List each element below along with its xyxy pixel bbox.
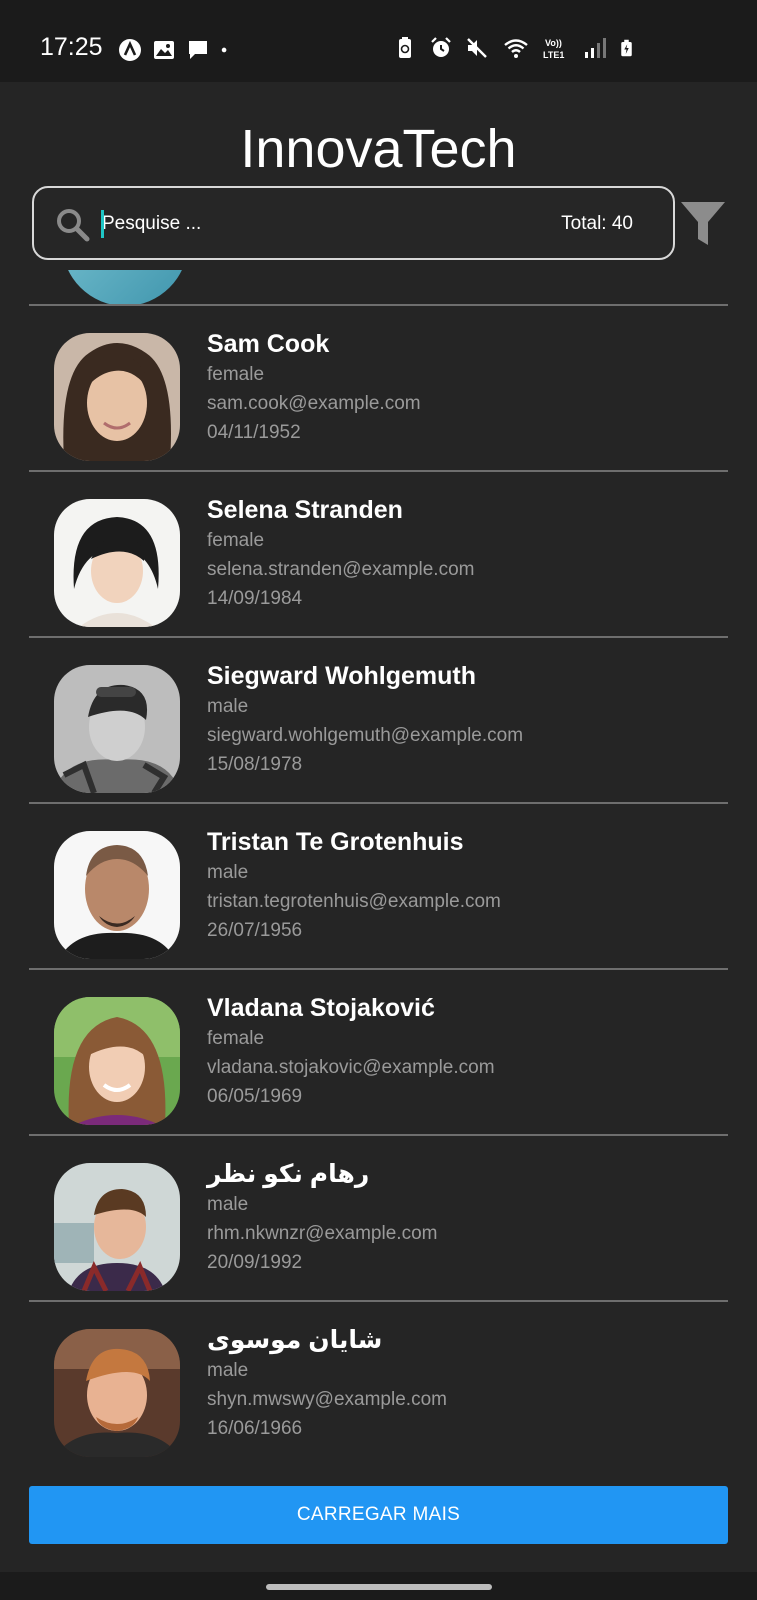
app-title: InnovaTech (240, 119, 517, 179)
user-name: شایان موسوی (207, 1326, 383, 1354)
svg-text:LTE1: LTE1 (543, 50, 564, 60)
list-item[interactable]: Tristan Te Grotenhuis male tristan.tegro… (29, 802, 728, 968)
user-name: رهام نکو نظر (207, 1160, 370, 1188)
gesture-handle[interactable] (266, 1584, 492, 1590)
user-info: Sam Cook female sam.cook@example.com 04/… (207, 328, 421, 447)
avatar (54, 997, 180, 1125)
user-email: sam.cook@example.com (207, 393, 421, 414)
search-input[interactable] (102, 206, 502, 242)
wifi-icon (504, 39, 528, 58)
user-dob: 06/05/1969 (207, 1086, 303, 1107)
user-email: selena.stranden@example.com (207, 559, 475, 580)
user-email: shyn.mwswy@example.com (207, 1389, 447, 1410)
list-item[interactable]: Selena Stranden female selena.stranden@e… (29, 470, 728, 636)
list-item[interactable]: شایان موسوی male shyn.mwswy@example.com … (29, 1300, 728, 1466)
user-dob: 04/11/1952 (207, 422, 301, 443)
a-badge-icon (119, 39, 141, 61)
avatar (54, 665, 180, 793)
status-left-icons (118, 38, 234, 62)
user-info: رهام نکو نظر male rhm.nkwnzr@example.com… (207, 1158, 437, 1277)
total-count: Total: 40 (561, 213, 633, 234)
user-gender: male (207, 1360, 249, 1381)
avatar (54, 333, 180, 461)
user-info: Siegward Wohlgemuth male siegward.wohlge… (207, 660, 523, 779)
svg-text:Vo)): Vo)) (545, 38, 562, 48)
user-email: vladana.stojakovic@example.com (207, 1057, 495, 1078)
status-time: 17:25 (40, 33, 103, 61)
list-item[interactable]: رهام نکو نظر male rhm.nkwnzr@example.com… (29, 1134, 728, 1300)
user-name: Sam Cook (207, 330, 330, 358)
search-icon[interactable] (56, 208, 90, 242)
search-box[interactable]: Total: 40 (32, 186, 675, 260)
dot-icon (221, 47, 227, 53)
volte-icon: Vo)) LTE1 (543, 38, 564, 60)
user-info: Selena Stranden female selena.stranden@e… (207, 494, 474, 613)
user-name: Tristan Te Grotenhuis (207, 828, 464, 856)
user-gender: female (207, 1028, 265, 1049)
user-gender: male (207, 696, 249, 717)
list-item[interactable]: Siegward Wohlgemuth male siegward.wohlge… (29, 636, 728, 802)
battery-icon (621, 39, 632, 57)
status-bar: 17:25 Vo)) LTE1 (0, 0, 757, 82)
user-dob: 14/09/1984 (207, 588, 303, 609)
avatar (54, 831, 180, 959)
text-caret (101, 210, 104, 238)
status-right-icons: Vo)) LTE1 (393, 36, 637, 60)
user-dob: 16/06/1966 (207, 1418, 303, 1439)
user-name: Vladana Stojaković (207, 994, 435, 1022)
user-info: Vladana Stojaković female vladana.stojak… (207, 992, 495, 1111)
avatar (54, 1163, 180, 1291)
user-name: Siegward Wohlgemuth (207, 662, 476, 690)
avatar (62, 270, 188, 306)
user-dob: 20/09/1992 (207, 1252, 303, 1273)
avatar (54, 499, 180, 627)
user-dob: 26/07/1956 (207, 920, 303, 941)
filter-icon[interactable] (680, 200, 726, 248)
chat-icon (189, 41, 207, 59)
signal-icon (585, 38, 606, 58)
avatar (54, 1329, 180, 1457)
user-email: siegward.wohlgemuth@example.com (207, 725, 524, 746)
user-gender: female (207, 530, 265, 551)
battery-saver-icon (399, 37, 411, 58)
mute-icon (467, 38, 487, 58)
user-info: Tristan Te Grotenhuis male tristan.tegro… (207, 826, 501, 945)
list-item[interactable]: Vladana Stojaković female vladana.stojak… (29, 968, 728, 1134)
image-icon (154, 41, 174, 59)
user-dob: 15/08/1978 (207, 754, 303, 775)
user-name: Selena Stranden (207, 496, 403, 524)
load-more-button[interactable]: CARREGAR MAIS (29, 1486, 728, 1544)
list-item[interactable]: Sam Cook female sam.cook@example.com 04/… (29, 304, 728, 470)
user-list[interactable]: Sam Cook female sam.cook@example.com 04/… (29, 270, 728, 1466)
user-gender: male (207, 862, 249, 883)
user-email: rhm.nkwnzr@example.com (207, 1223, 438, 1244)
user-info: شایان موسوی male shyn.mwswy@example.com … (207, 1324, 447, 1443)
user-gender: male (207, 1194, 249, 1215)
user-gender: female (207, 364, 265, 385)
alarm-icon (431, 37, 451, 57)
user-email: tristan.tegrotenhuis@example.com (207, 891, 501, 912)
